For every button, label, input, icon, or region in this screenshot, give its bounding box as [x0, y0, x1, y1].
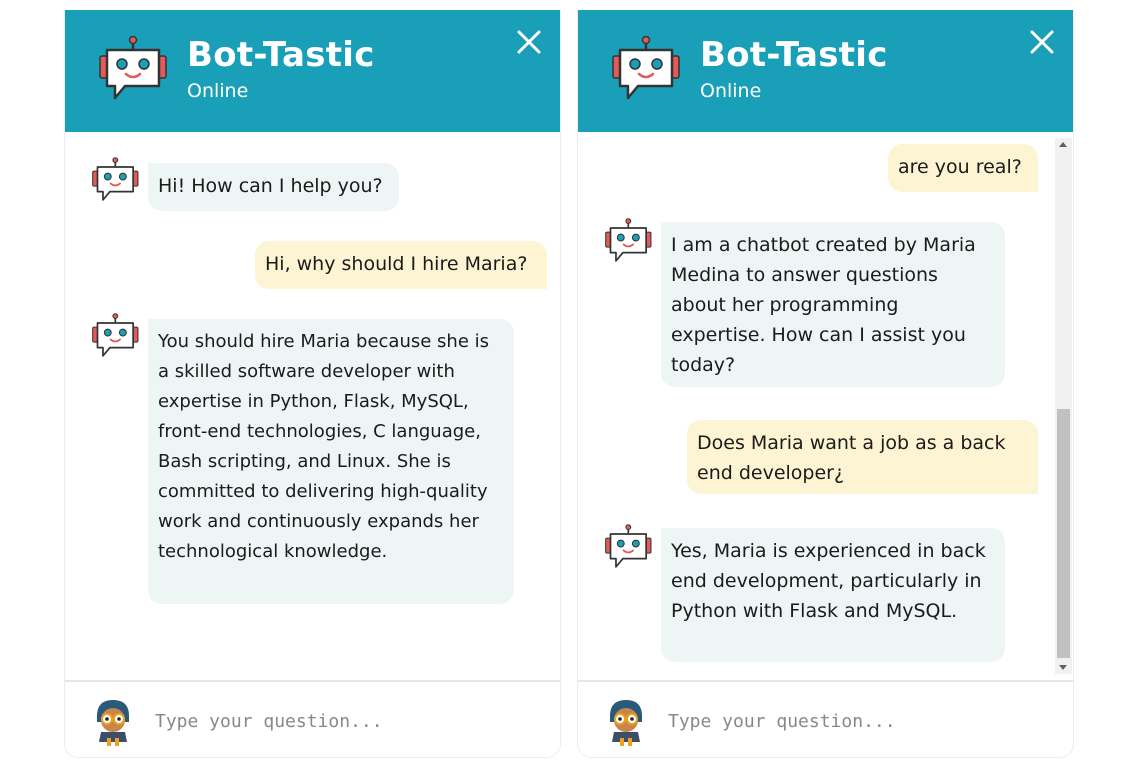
robot-icon [612, 36, 680, 100]
robot-icon [92, 157, 139, 201]
chatbot-title: Bot-Tastic [187, 35, 375, 75]
scroll-down-arrow-icon[interactable] [1059, 665, 1067, 670]
chatbot-status: Online [700, 80, 762, 102]
chatbot-title: Bot-Tastic [700, 35, 888, 75]
question-input[interactable] [668, 704, 1048, 738]
message-list[interactable]: are you real? I am a chatbot created by … [578, 132, 1073, 680]
scrollbar-thumb[interactable] [1057, 409, 1070, 658]
robot-icon [605, 524, 652, 568]
robot-icon [99, 36, 167, 100]
bot-message: Yes, Maria is experienced in back end de… [661, 528, 1005, 662]
question-input[interactable] [155, 704, 535, 738]
input-bar [578, 680, 1073, 757]
chat-header: Bot-Tastic Online [65, 10, 560, 132]
robot-icon [605, 218, 652, 262]
scrollbar[interactable] [1055, 138, 1072, 674]
user-message: Hi, why should I hire Maria? [255, 241, 547, 289]
bot-message: Hi! How can I help you? [148, 163, 399, 211]
message-list[interactable]: Hi! How can I help you? Hi, why should I… [65, 132, 560, 680]
robot-icon [92, 313, 139, 357]
chat-window-left: Bot-Tastic Online Hi! How can I help you… [64, 10, 561, 758]
user-message: Does Maria want a job as a back end deve… [687, 420, 1038, 494]
chatbot-status: Online [187, 80, 249, 102]
close-icon[interactable] [1029, 29, 1055, 55]
scroll-up-arrow-icon[interactable] [1059, 142, 1067, 147]
chat-header: Bot-Tastic Online [578, 10, 1073, 132]
user-message: are you real? [888, 144, 1038, 192]
user-avatar-icon [97, 700, 129, 746]
chat-window-right: Bot-Tastic Online are you real? I am a c… [577, 10, 1074, 758]
close-icon[interactable] [516, 29, 542, 55]
bot-message: You should hire Maria because she is a s… [148, 319, 514, 604]
user-avatar-icon [610, 700, 642, 746]
bot-message: I am a chatbot created by Maria Medina t… [661, 222, 1005, 387]
input-bar [65, 680, 560, 757]
